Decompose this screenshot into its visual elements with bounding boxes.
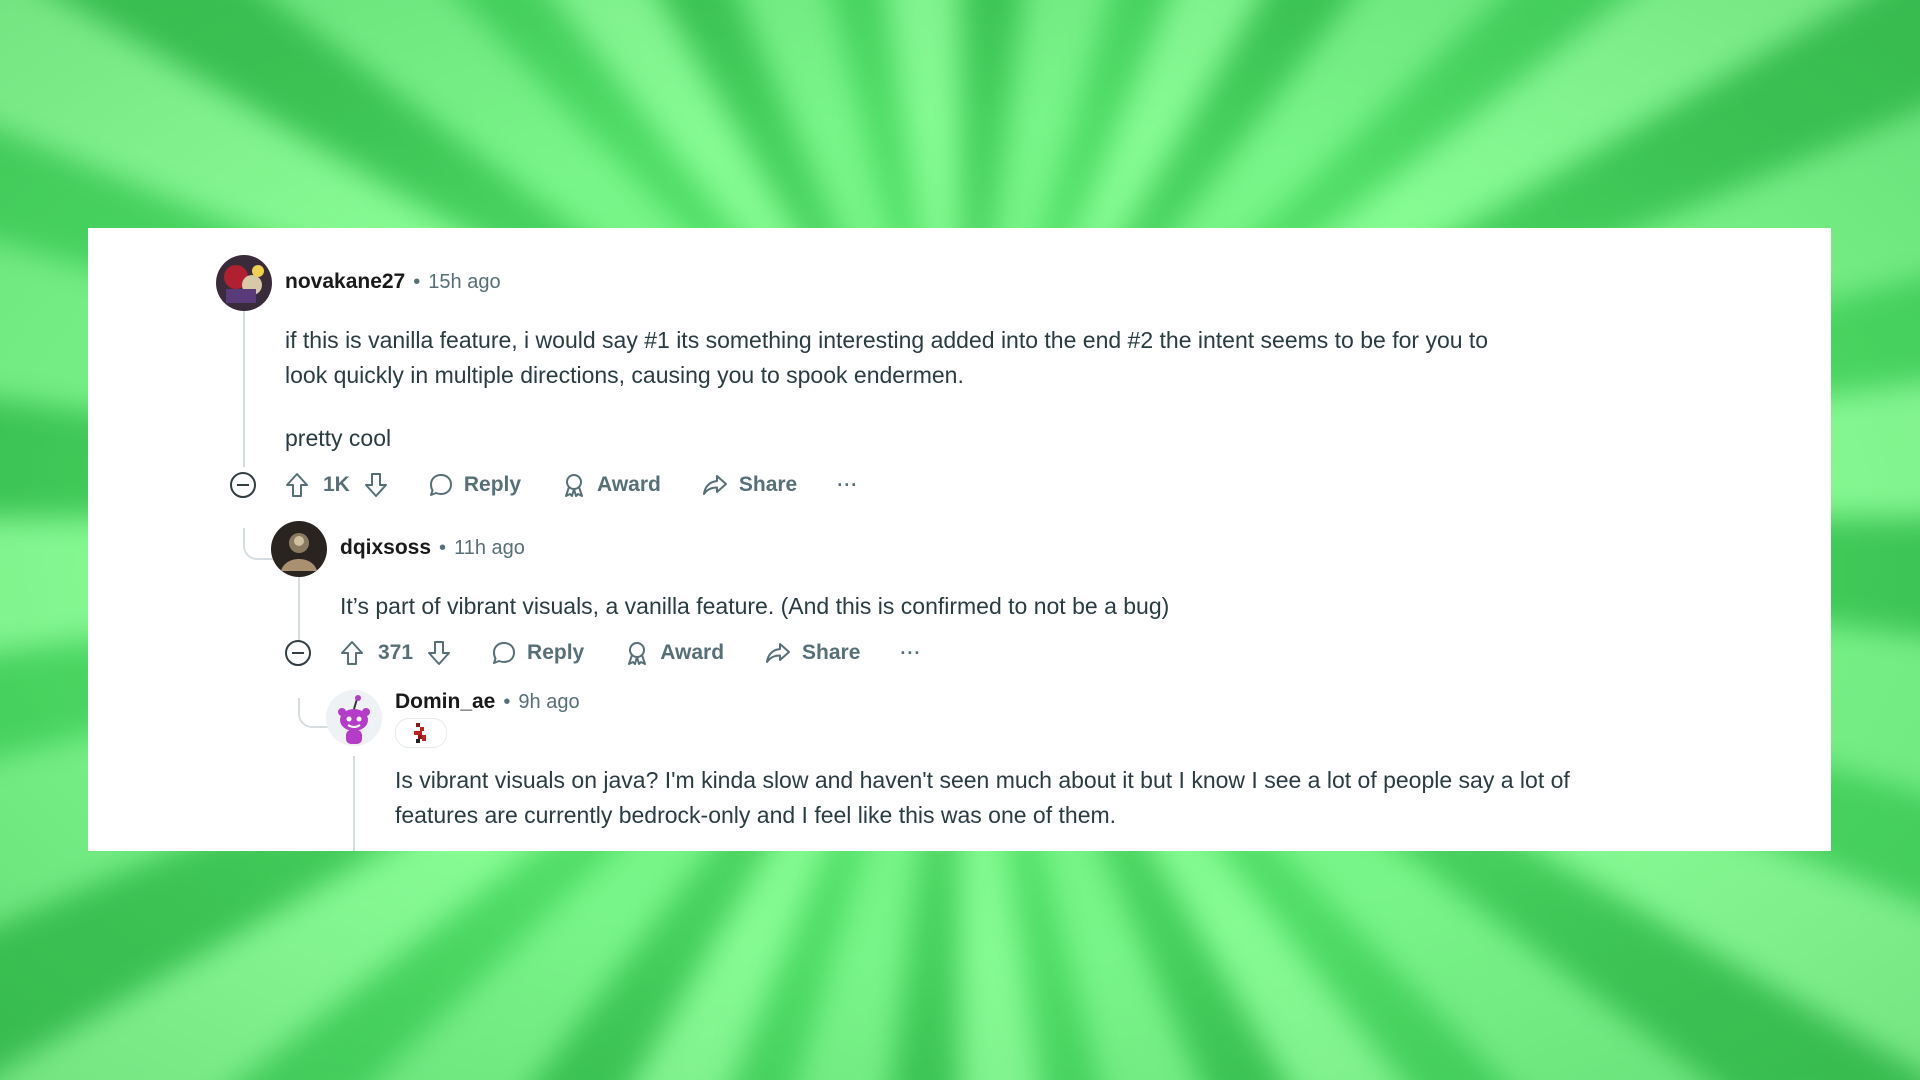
comment-header-1: novakane27 • 15h ago xyxy=(285,270,501,294)
avatar-dqixsoss[interactable] xyxy=(271,521,327,577)
comment-header-2: dqixsoss • 11h ago xyxy=(340,536,525,560)
thread-line-2 xyxy=(298,566,300,648)
reply-button[interactable]: Reply xyxy=(428,472,521,498)
downvote-icon[interactable] xyxy=(427,640,451,666)
more-icon: ··· xyxy=(900,642,922,663)
thread-line-3 xyxy=(353,756,355,851)
comment-icon xyxy=(429,474,452,496)
more-icon: ··· xyxy=(837,474,859,495)
comment-body-2: It’s part of vibrant visuals, a vanilla … xyxy=(340,593,1170,619)
collapse-icon[interactable] xyxy=(285,640,311,666)
timestamp[interactable]: 15h ago xyxy=(428,271,500,294)
separator-dot: • xyxy=(503,691,511,713)
avatar-domin-ae[interactable] xyxy=(326,690,382,746)
share-button[interactable]: Share xyxy=(701,472,797,498)
comment-paragraph-2: pretty cool xyxy=(285,425,392,451)
upvote-icon[interactable] xyxy=(285,472,309,498)
reply-button[interactable]: Reply xyxy=(491,640,584,666)
comment-body-1: if this is vanilla feature, i would say … xyxy=(285,323,1495,393)
username[interactable]: novakane27 xyxy=(285,270,405,294)
downvote-icon[interactable] xyxy=(364,472,388,498)
timestamp[interactable]: 9h ago xyxy=(518,691,579,714)
share-icon xyxy=(702,475,727,495)
award-label: Award xyxy=(660,641,725,664)
reply-label: Reply xyxy=(463,473,522,496)
more-options-button[interactable]: ··· xyxy=(837,475,858,496)
share-label: Share xyxy=(738,473,798,496)
user-flair xyxy=(395,718,447,748)
upvote-icon[interactable] xyxy=(340,640,364,666)
comment-paragraph: if this is vanilla feature, i would say … xyxy=(285,327,1489,388)
comment-body-3: Is vibrant visuals on java? I'm kinda sl… xyxy=(395,767,1570,828)
vote-count: 371 xyxy=(378,641,414,664)
vote-group: 371 xyxy=(340,640,451,666)
reply-label: Reply xyxy=(527,641,585,664)
comment-thread-card: novakane27 • 15h ago if this is vanilla … xyxy=(88,228,1831,851)
share-label: Share xyxy=(802,641,861,664)
vote-group: 1K xyxy=(285,472,388,498)
flair-emoji-icon xyxy=(414,723,426,743)
award-icon xyxy=(565,474,584,497)
more-options-button[interactable]: ··· xyxy=(900,643,921,664)
share-button[interactable]: Share xyxy=(764,640,860,666)
award-button[interactable]: Award xyxy=(624,640,724,666)
separator-dot: • xyxy=(439,537,447,559)
award-button[interactable]: Award xyxy=(561,472,661,498)
avatar-novakane27[interactable] xyxy=(216,255,272,311)
share-icon xyxy=(766,643,791,663)
comment-header-3: Domin_ae • 9h ago xyxy=(395,690,580,714)
comment-actions-1: 1K Reply Award Share ··· xyxy=(285,465,898,505)
award-label: Award xyxy=(597,473,661,496)
vote-count: 1K xyxy=(323,473,350,496)
comment-actions-2: 371 Reply Award Share ··· xyxy=(340,633,961,673)
username[interactable]: Domin_ae xyxy=(395,690,495,714)
award-icon xyxy=(628,642,647,665)
separator-dot: • xyxy=(413,271,421,293)
username[interactable]: dqixsoss xyxy=(340,536,431,560)
thread-line-1 xyxy=(243,292,245,467)
timestamp[interactable]: 11h ago xyxy=(454,537,525,560)
collapse-icon[interactable] xyxy=(230,472,256,498)
comment-icon xyxy=(493,642,516,664)
